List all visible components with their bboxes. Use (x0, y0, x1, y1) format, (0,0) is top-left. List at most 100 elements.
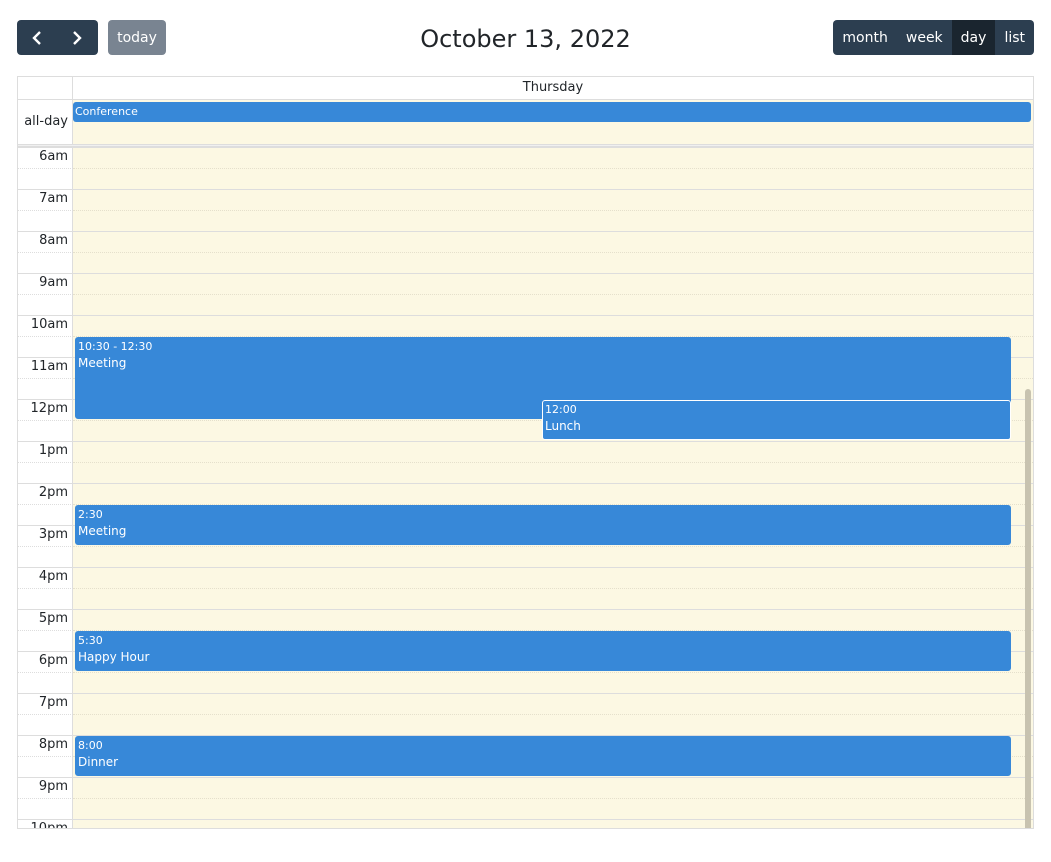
hour-label: 10am (30, 317, 68, 332)
axis-hour-line (18, 483, 73, 484)
half-hour-line (73, 252, 1033, 253)
axis-hour-line (18, 609, 73, 610)
axis-hour-line (18, 147, 73, 148)
hour-label: 7pm (38, 695, 68, 710)
axis-half-hour-line (18, 630, 73, 631)
axis-half-hour-line (18, 798, 73, 799)
hour-label: 6pm (38, 653, 68, 668)
axis-hour-line (18, 735, 73, 736)
header-axis-cell (18, 77, 73, 99)
axis-hour-line (18, 567, 73, 568)
axis-half-hour-line (18, 420, 73, 421)
half-hour-line (73, 210, 1033, 211)
axis-half-hour-line (18, 588, 73, 589)
axis-half-hour-line (18, 714, 73, 715)
axis-hour-line (18, 525, 73, 526)
half-hour-line (73, 546, 1033, 547)
day-column[interactable]: 10:30 - 12:30 Meeting 12:00 Lunch 2:30 Meetin… (73, 147, 1033, 828)
event-lunch[interactable]: 12:00 Lunch (542, 400, 1011, 440)
axis-hour-line (18, 315, 73, 316)
axis-hour-line (18, 819, 73, 820)
event-time: 12:00 (545, 403, 577, 416)
all-day-row: all-day Conference (18, 100, 1033, 144)
axis-half-hour-line (18, 294, 73, 295)
axis-half-hour-line (18, 378, 73, 379)
event-time: 5:30 (78, 634, 103, 647)
axis-hour-line (18, 231, 73, 232)
half-hour-line (73, 168, 1033, 169)
half-hour-line (73, 798, 1033, 799)
hour-line (73, 567, 1033, 568)
scrollbar[interactable] (1025, 389, 1031, 828)
hour-line (73, 483, 1033, 484)
hour-label: 6am (39, 149, 68, 164)
event-title: Meeting (78, 524, 127, 538)
prev-button[interactable] (17, 20, 57, 55)
time-axis: 6am 7am 8am 9am 10am 11am 12pm 1pm 2pm 3pm 4pm 5pm 6… (18, 147, 73, 828)
axis-hour-line (18, 651, 73, 652)
axis-half-hour-line (18, 462, 73, 463)
axis-hour-line (18, 273, 73, 274)
hour-line (73, 819, 1033, 820)
hour-line (73, 189, 1033, 190)
hour-label: 9pm (38, 779, 68, 794)
event-title: Meeting (78, 356, 127, 370)
view-month-button[interactable]: month (833, 20, 896, 55)
hour-line (73, 777, 1033, 778)
hour-label: 5pm (38, 611, 68, 626)
hour-label: 2pm (38, 485, 68, 500)
half-hour-line (73, 714, 1033, 715)
hour-label: 11am (30, 359, 68, 374)
day-header-row: Thursday (18, 77, 1033, 100)
event-meeting[interactable]: 2:30 Meeting (75, 505, 1011, 545)
axis-hour-line (18, 357, 73, 358)
nav-button-group (17, 20, 98, 55)
half-hour-line (73, 672, 1033, 673)
hour-line (73, 441, 1033, 442)
event-time: 2:30 (78, 508, 103, 521)
hour-label: 7am (39, 191, 68, 206)
today-button[interactable]: today (108, 20, 166, 55)
event-title: Lunch (545, 419, 581, 433)
hour-line (73, 693, 1033, 694)
half-hour-line (73, 294, 1033, 295)
all-day-cell[interactable]: Conference (73, 100, 1033, 144)
half-hour-line (73, 462, 1033, 463)
chevron-right-icon (73, 30, 82, 45)
axis-half-hour-line (18, 252, 73, 253)
hour-label: 9am (39, 275, 68, 290)
hour-line (73, 273, 1033, 274)
half-hour-line (73, 588, 1033, 589)
event-happy-hour[interactable]: 5:30 Happy Hour (75, 631, 1011, 671)
axis-hour-line (18, 441, 73, 442)
hour-label: 1pm (38, 443, 68, 458)
hour-label: 8am (39, 233, 68, 248)
axis-half-hour-line (18, 336, 73, 337)
hour-label: 8pm (38, 737, 68, 752)
axis-half-hour-line (18, 546, 73, 547)
view-list-button[interactable]: list (995, 20, 1034, 55)
hour-label: 10pm (30, 821, 68, 829)
event-dinner[interactable]: 8:00 Dinner (75, 736, 1011, 776)
hour-line (73, 609, 1033, 610)
hour-label: 12pm (30, 401, 68, 416)
hour-line (73, 315, 1033, 316)
event-title: Dinner (78, 755, 119, 769)
event-title: Happy Hour (78, 650, 150, 664)
all-day-event[interactable]: Conference (73, 102, 1031, 122)
hour-line (73, 231, 1033, 232)
axis-half-hour-line (18, 504, 73, 505)
all-day-label: all-day (18, 100, 73, 144)
axis-hour-line (18, 693, 73, 694)
view-button-group: month week day list (833, 20, 1034, 55)
hour-line (73, 147, 1033, 148)
next-button[interactable] (57, 20, 97, 55)
day-header: Thursday (522, 80, 584, 95)
axis-hour-line (18, 399, 73, 400)
event-time: 10:30 - 12:30 (78, 340, 153, 353)
calendar-grid: Thursday all-day Conference 6am 7am 8am 9am… (17, 76, 1034, 829)
view-week-button[interactable]: week (897, 20, 952, 55)
hour-label: 3pm (38, 527, 68, 542)
axis-hour-line (18, 189, 73, 190)
view-day-button[interactable]: day (951, 20, 996, 55)
